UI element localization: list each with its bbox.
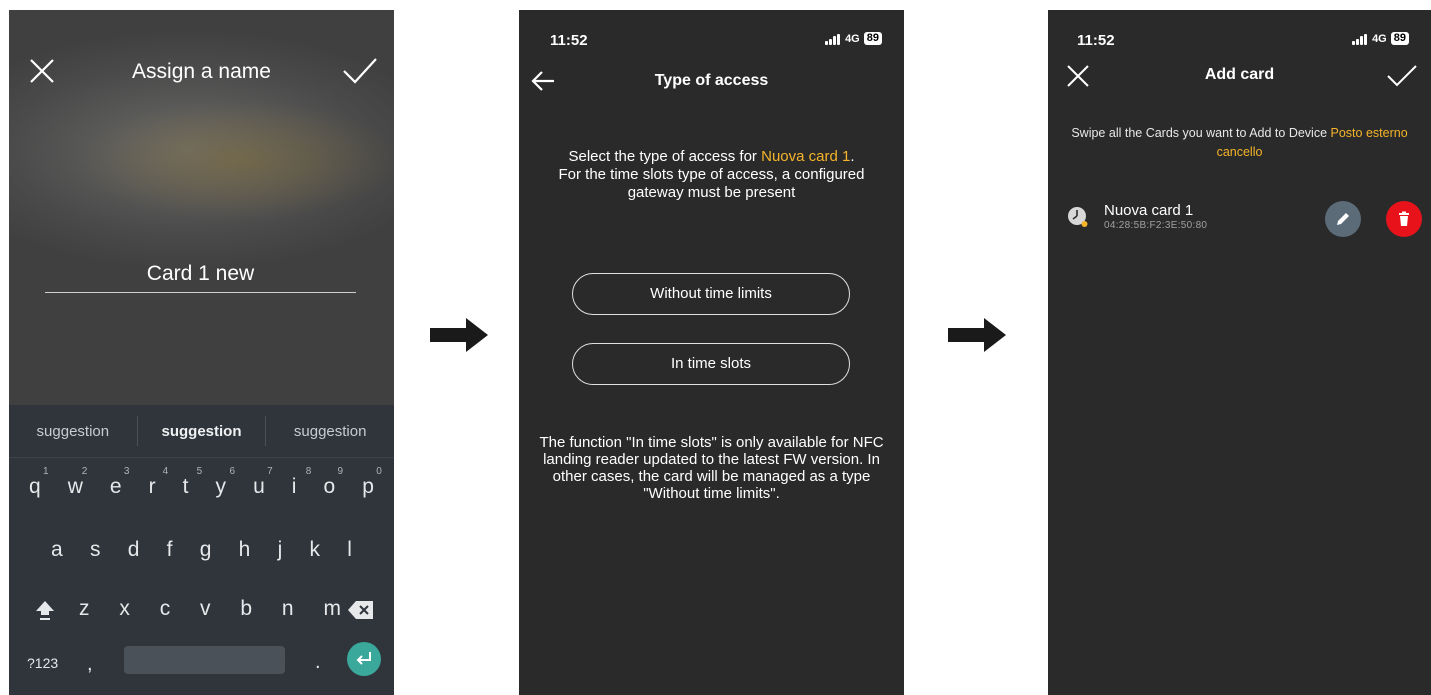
- key-q[interactable]: 1q: [29, 466, 49, 499]
- key-letter: p: [362, 475, 374, 498]
- key-u[interactable]: 7u: [253, 466, 273, 499]
- key-b[interactable]: b: [240, 597, 252, 621]
- key-letter: y: [215, 475, 227, 498]
- key-y[interactable]: 6y: [215, 466, 236, 499]
- enter-icon: [356, 652, 371, 665]
- page-title: Type of access: [654, 72, 769, 89]
- name-input[interactable]: Card 1 new: [45, 262, 356, 286]
- network-label: 4G: [845, 32, 860, 45]
- intro-gateway-note: For the time slots type of access, a con…: [558, 166, 865, 201]
- key-i[interactable]: 8i: [291, 466, 312, 499]
- page-title: Assign a name: [132, 60, 271, 83]
- key-s[interactable]: s: [90, 538, 101, 562]
- key-v[interactable]: v: [200, 597, 211, 621]
- status-time: 11:52: [1077, 32, 1115, 49]
- key-letter: w: [67, 475, 83, 498]
- key-g[interactable]: g: [200, 538, 212, 562]
- info-note: The function "In time slots" is only ava…: [539, 434, 884, 502]
- instructions-text: Swipe all the Cards you want to Add to D…: [1068, 124, 1411, 162]
- flow-arrow-icon: [948, 318, 1006, 352]
- suggestion-bar: suggestion suggestion suggestion: [9, 405, 394, 458]
- key-letter: i: [291, 475, 297, 498]
- comma-key[interactable]: ,: [87, 653, 93, 676]
- key-m[interactable]: m: [323, 597, 341, 621]
- keyboard: suggestion suggestion suggestion 1q 2w 3e 4…: [9, 405, 394, 695]
- key-a[interactable]: a: [51, 538, 63, 562]
- confirm-check-icon[interactable]: [1387, 64, 1417, 88]
- type-of-access-screen: 11:52 4G 89 Type of access Select the ty…: [519, 10, 904, 695]
- key-x[interactable]: x: [119, 597, 130, 621]
- suggestion-left[interactable]: suggestion: [9, 423, 137, 440]
- key-c[interactable]: c: [160, 597, 171, 621]
- card-list-item[interactable]: Nuova card 1 04:28:5B:F2:3E:50:80: [1048, 196, 1431, 246]
- key-w[interactable]: 2w: [67, 466, 88, 499]
- key-letter: o: [323, 475, 336, 498]
- key-n[interactable]: n: [282, 597, 294, 621]
- symbols-key[interactable]: ?123: [27, 655, 58, 671]
- period-key[interactable]: .: [315, 651, 321, 674]
- key-hint-number: 2: [81, 466, 88, 477]
- key-o[interactable]: 9o: [323, 466, 344, 499]
- delete-card-button[interactable]: [1386, 201, 1422, 237]
- intro-suffix: .: [850, 148, 855, 165]
- clock-status-icon: [1068, 207, 1088, 227]
- suggestion-middle[interactable]: suggestion: [138, 423, 266, 440]
- card-name-highlight: Nuova card 1: [761, 148, 851, 165]
- key-k[interactable]: k: [310, 538, 321, 562]
- intro-text: Select the type of access for Nuova card…: [549, 148, 874, 202]
- backspace-icon[interactable]: [347, 600, 375, 620]
- confirm-check-icon[interactable]: [342, 56, 378, 86]
- page-title: Add card: [1204, 66, 1275, 83]
- key-t[interactable]: 5t: [182, 466, 203, 499]
- key-row-2: asdfghjkl: [51, 538, 352, 562]
- signal-icon: [825, 33, 841, 45]
- in-time-slots-button[interactable]: In time slots: [572, 343, 850, 385]
- signal-icon: [1352, 33, 1368, 45]
- key-letter: q: [29, 475, 41, 498]
- suggestion-right[interactable]: suggestion: [266, 423, 394, 440]
- status-bar: 11:52 4G 89: [1077, 32, 1431, 50]
- shift-icon[interactable]: [35, 599, 55, 621]
- space-key[interactable]: [124, 646, 285, 674]
- add-card-screen: 11:52 4G 89 Add card Swipe all the Cards…: [1048, 10, 1431, 695]
- trash-icon: [1399, 211, 1409, 226]
- top-bar: Assign a name: [9, 52, 394, 92]
- battery-level: 89: [1390, 32, 1409, 45]
- key-row-1: 1q 2w 3e 4r 5t 6y 7u 8i 9o 0p: [29, 466, 382, 499]
- key-d[interactable]: d: [128, 538, 140, 562]
- input-underline: [45, 292, 356, 293]
- edit-card-button[interactable]: [1325, 201, 1361, 237]
- key-letter: u: [253, 475, 265, 498]
- network-label: 4G: [1372, 32, 1387, 45]
- key-letter: t: [182, 475, 189, 498]
- key-j[interactable]: j: [278, 538, 283, 562]
- intro-prefix: Select the type of access for: [568, 148, 762, 165]
- key-z[interactable]: z: [79, 597, 90, 621]
- key-letter: e: [109, 475, 122, 498]
- key-f[interactable]: f: [167, 538, 173, 562]
- battery-level: 89: [863, 32, 882, 45]
- flow-arrow-icon: [430, 318, 488, 352]
- key-h[interactable]: h: [239, 538, 251, 562]
- assign-name-screen: Assign a name Card 1 new suggestion sugg…: [9, 10, 394, 695]
- card-uid: 04:28:5B:F2:3E:50:80: [1104, 220, 1208, 231]
- enter-key[interactable]: [347, 642, 381, 676]
- pencil-icon: [1337, 213, 1349, 225]
- key-l[interactable]: l: [347, 538, 352, 562]
- status-time: 11:52: [550, 32, 588, 49]
- key-letter: r: [148, 475, 156, 498]
- key-r[interactable]: 4r: [148, 466, 169, 499]
- key-e[interactable]: 3e: [109, 466, 130, 499]
- key-p[interactable]: 0p: [362, 466, 382, 499]
- status-bar: 11:52 4G 89: [550, 32, 904, 50]
- without-time-limits-button[interactable]: Without time limits: [572, 273, 850, 315]
- instructions-prefix: Swipe all the Cards you want to Add to D…: [1071, 126, 1331, 140]
- card-name: Nuova card 1: [1104, 202, 1194, 219]
